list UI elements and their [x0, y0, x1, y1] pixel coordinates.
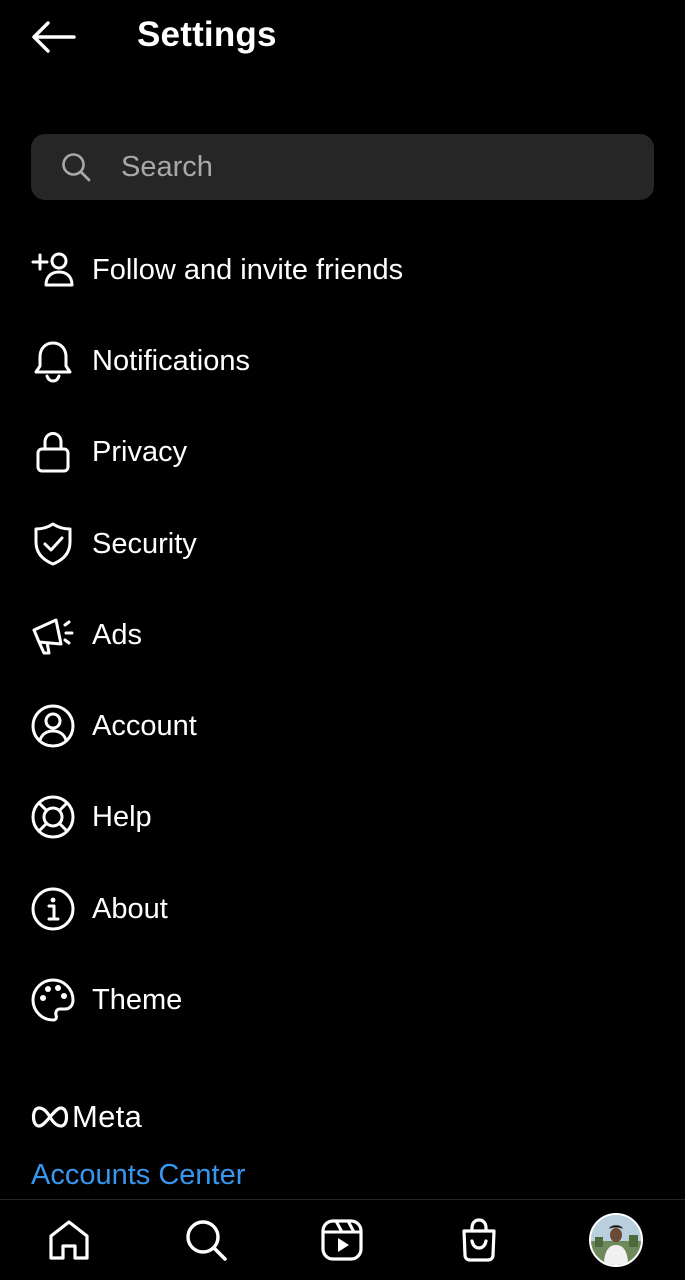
nav-shop-button[interactable] — [451, 1212, 507, 1268]
profile-avatar — [589, 1213, 643, 1267]
add-person-icon — [30, 247, 76, 293]
meta-infinity-icon — [31, 1106, 69, 1128]
top-bar: Settings — [0, 0, 685, 80]
menu-item-label: Help — [92, 801, 152, 834]
accounts-center-link[interactable]: Accounts Center — [31, 1157, 245, 1193]
nav-profile-button[interactable] — [588, 1212, 644, 1268]
bell-icon — [30, 338, 76, 384]
menu-item-privacy[interactable]: Privacy — [0, 407, 685, 498]
menu-item-notifications[interactable]: Notifications — [0, 315, 685, 406]
meta-logo: Meta — [31, 1100, 142, 1134]
menu-item-help[interactable]: Help — [0, 772, 685, 863]
menu-item-theme[interactable]: Theme — [0, 954, 685, 1045]
menu-item-label: Security — [92, 527, 197, 560]
reels-icon — [321, 1219, 363, 1261]
shopping-bag-icon — [462, 1218, 496, 1262]
search-bar[interactable] — [31, 134, 654, 200]
megaphone-icon — [30, 612, 76, 658]
nav-home-button[interactable] — [41, 1212, 97, 1268]
meta-logo-text: Meta — [72, 1099, 143, 1134]
shield-check-icon — [30, 521, 76, 567]
menu-item-label: Theme — [92, 984, 183, 1017]
menu-item-follow-and-invite-friends[interactable]: Follow and invite friends — [0, 224, 685, 315]
menu-item-ads[interactable]: Ads — [0, 589, 685, 680]
bottom-nav — [0, 1199, 685, 1280]
back-button[interactable] — [26, 14, 80, 60]
menu-item-about[interactable]: About — [0, 863, 685, 954]
info-icon — [30, 886, 76, 932]
search-input[interactable] — [121, 134, 631, 200]
home-icon — [49, 1220, 89, 1260]
palette-icon — [30, 977, 76, 1023]
nav-reels-button[interactable] — [314, 1212, 370, 1268]
menu-item-label: Ads — [92, 618, 142, 651]
menu-item-account[interactable]: Account — [0, 680, 685, 771]
lock-icon — [30, 429, 76, 475]
menu-item-label: Follow and invite friends — [92, 253, 404, 286]
menu-item-label: Notifications — [92, 344, 250, 377]
settings-menu: Follow and invite friends Notifications … — [0, 224, 685, 1046]
menu-item-label: Account — [92, 710, 197, 743]
page-title: Settings — [137, 15, 277, 54]
search-icon — [186, 1220, 227, 1261]
user-circle-icon — [30, 703, 76, 749]
arrow-left-icon — [32, 21, 76, 53]
nav-search-button[interactable] — [178, 1212, 234, 1268]
meta-brand: Meta — [31, 1100, 142, 1134]
menu-item-label: Privacy — [92, 436, 188, 469]
menu-item-security[interactable]: Security — [0, 498, 685, 589]
menu-item-label: About — [92, 892, 168, 925]
lifebuoy-icon — [30, 794, 76, 840]
search-icon — [62, 153, 91, 182]
